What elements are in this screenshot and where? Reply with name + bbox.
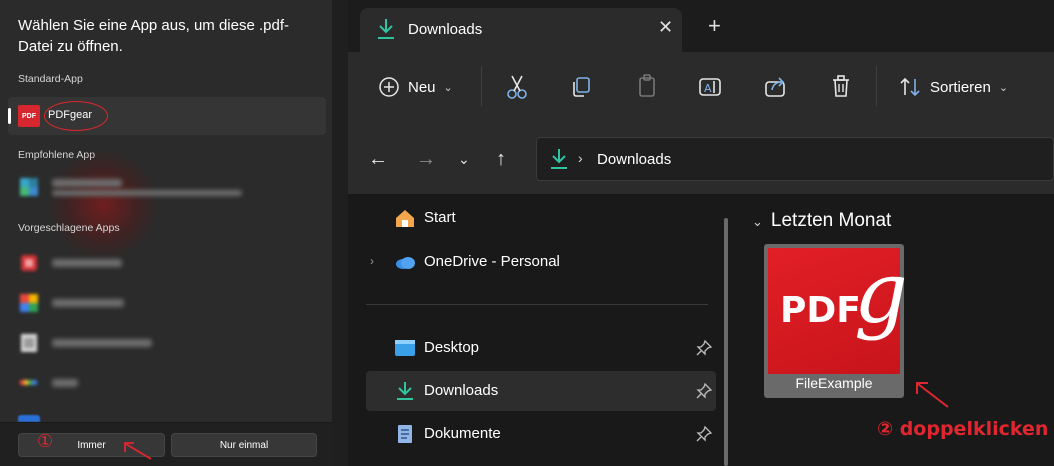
app-option-suggested-1[interactable]: [8, 244, 326, 282]
blurred-app-icon: [21, 255, 37, 271]
new-label: Neu: [408, 78, 436, 96]
blurred-app-name: [52, 259, 122, 267]
nav-item-desktop[interactable]: Desktop: [366, 328, 716, 368]
breadcrumb-downloads[interactable]: Downloads: [597, 151, 671, 168]
nav-divider: [366, 304, 708, 305]
tab-title: Downloads: [408, 21, 483, 38]
nav-scrollbar[interactable]: [724, 218, 728, 466]
desktop-icon: [395, 340, 415, 356]
new-tab-icon[interactable]: +: [708, 13, 721, 39]
sort-label: Sortieren: [930, 78, 991, 96]
pdfgear-icon: PDF: [18, 105, 40, 127]
app-option-pdfgear[interactable]: PDF PDFgear: [8, 97, 326, 135]
selection-indicator: [8, 108, 11, 124]
toolbar-separator: [481, 66, 482, 106]
tab-bar: Downloads ✕ +: [348, 0, 1054, 52]
pdfgear-icon-text: PDF: [22, 112, 36, 120]
toolbar-separator: [876, 66, 877, 106]
paste-icon[interactable]: [636, 72, 658, 102]
expand-chevron-icon[interactable]: ›: [370, 254, 374, 268]
blurred-app-name: [52, 179, 122, 187]
address-bar[interactable]: › Downloads: [536, 137, 1054, 181]
app-option-recommended[interactable]: [8, 168, 326, 206]
arrow-annotation-2: [916, 382, 949, 408]
blurred-app-icon: [20, 178, 38, 196]
section-default-app: Standard-App: [18, 73, 83, 85]
up-arrow-icon[interactable]: ↑: [496, 148, 506, 171]
app-option-suggested-4[interactable]: [8, 364, 326, 402]
onedrive-icon: [396, 257, 415, 269]
blurred-app-icon: [21, 334, 37, 352]
home-icon: [396, 210, 414, 227]
documents-icon: [398, 425, 412, 443]
nav-label-onedrive: OneDrive - Personal: [424, 253, 560, 270]
section-suggested-apps: Vorgeschlagene Apps: [18, 222, 120, 234]
app-option-suggested-2[interactable]: [8, 284, 326, 322]
pdf-thumb-script: g: [854, 244, 908, 342]
pdf-thumb-text: PDF: [780, 290, 861, 331]
pdf-file-icon: PDF g: [768, 244, 908, 374]
pin-icon[interactable]: [696, 383, 712, 399]
app-option-suggested-3[interactable]: [8, 324, 326, 362]
navigation-pane: Start › OneDrive - Personal Desktop Down…: [348, 194, 738, 466]
file-item-fileexample[interactable]: PDF g FileExample: [764, 244, 908, 398]
forward-arrow-icon[interactable]: →: [416, 148, 436, 171]
copy-icon[interactable]: [570, 72, 592, 102]
pin-icon[interactable]: [696, 340, 712, 356]
open-with-dialog: Wählen Sie eine App aus, um diese .pdf-D…: [0, 0, 332, 466]
partial-app-icon: [18, 415, 40, 422]
download-icon: [378, 19, 394, 39]
dialog-title: Wählen Sie eine App aus, um diese .pdf-D…: [18, 17, 289, 55]
blurred-app-subtitle: [52, 190, 242, 196]
group-header[interactable]: ⌄ Letzten Monat: [752, 210, 891, 232]
arrow-annotation-1: [124, 442, 152, 460]
nav-item-onedrive[interactable]: › OneDrive - Personal: [366, 242, 716, 282]
share-icon[interactable]: [764, 72, 788, 102]
file-name: FileExample: [795, 375, 873, 391]
rename-icon[interactable]: A: [698, 72, 722, 102]
navigation-bar: ← → ⌄ ↑ › Downloads: [348, 122, 1054, 194]
nav-item-downloads[interactable]: Downloads: [366, 371, 716, 411]
delete-icon[interactable]: [830, 72, 852, 102]
nav-label-documents: Dokumente: [424, 425, 501, 442]
download-icon: [397, 382, 413, 400]
download-icon: [551, 149, 567, 169]
blurred-app-icon: [20, 380, 37, 385]
nav-label-downloads: Downloads: [424, 382, 499, 399]
sort-icon: [900, 77, 920, 97]
chevron-down-icon: ⌄: [443, 81, 453, 94]
new-button[interactable]: Neu ⌄: [378, 72, 453, 102]
svg-text:A: A: [704, 82, 712, 95]
blurred-app-name: [52, 339, 152, 347]
breadcrumb-chevron-icon: ›: [578, 150, 583, 166]
group-label: Letzten Monat: [770, 210, 892, 231]
highlight-circle: [44, 101, 108, 131]
blurred-app-icon: [20, 294, 38, 312]
recent-locations-chevron-icon[interactable]: ⌄: [458, 151, 470, 168]
plus-circle-icon: [379, 77, 399, 97]
chevron-down-icon: ⌄: [998, 81, 1009, 94]
just-once-button[interactable]: Nur einmal: [171, 433, 317, 457]
cut-icon[interactable]: [506, 72, 528, 102]
nav-label-start: Start: [424, 209, 456, 226]
nav-item-documents[interactable]: Dokumente: [366, 414, 716, 454]
pin-icon[interactable]: [696, 426, 712, 442]
close-tab-icon[interactable]: ✕: [658, 17, 673, 38]
nav-label-desktop: Desktop: [424, 339, 480, 356]
step-2-label: ② doppelklicken: [877, 418, 1049, 440]
back-arrow-icon[interactable]: ←: [368, 148, 388, 171]
collapse-chevron-icon: ⌄: [752, 214, 763, 229]
sort-button[interactable]: Sortieren ⌄: [898, 72, 1008, 102]
nav-item-start[interactable]: Start: [366, 198, 716, 238]
command-bar: Neu ⌄ A Sortieren ⌄: [348, 52, 1054, 122]
blurred-app-name: [52, 379, 78, 387]
tab-downloads[interactable]: Downloads ✕: [360, 8, 682, 52]
step-1-marker: ①: [37, 431, 54, 452]
blurred-app-name: [52, 299, 124, 307]
